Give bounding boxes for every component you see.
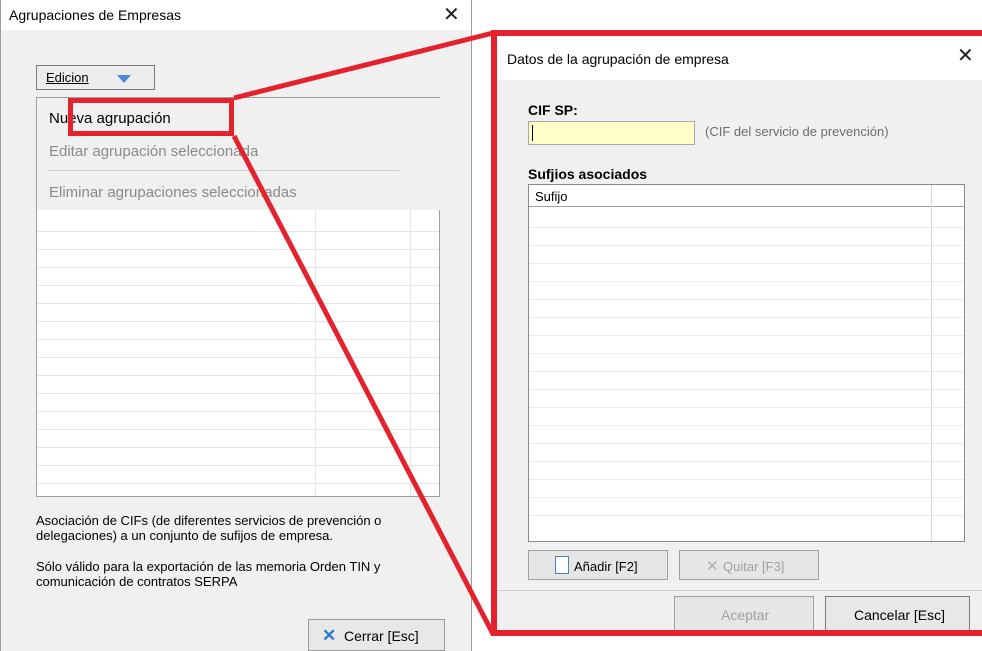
connector-line-top xyxy=(233,30,494,101)
connector-line-bottom xyxy=(231,134,496,636)
annotation-connector-lines xyxy=(231,30,496,636)
